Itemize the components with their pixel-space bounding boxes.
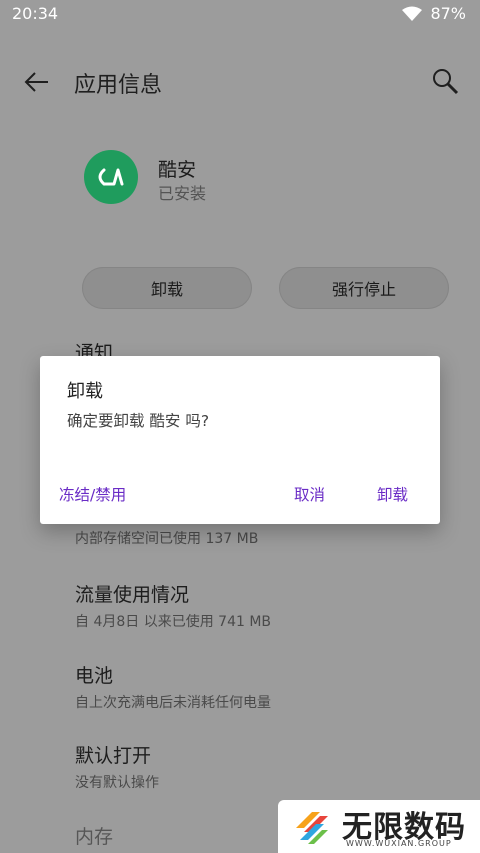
storage-section[interactable]: 内部存储空间已使用 137 MB xyxy=(75,524,258,548)
uninstall-dialog: 卸载 确定要卸载 酷安 吗? 冻结/禁用 取消 卸载 xyxy=(40,356,440,524)
open-by-default-section[interactable]: 默认打开 没有默认操作 xyxy=(75,741,159,792)
data-usage-title: 流量使用情况 xyxy=(75,584,190,606)
force-stop-button[interactable]: 强行停止 xyxy=(279,267,449,309)
cancel-button[interactable]: 取消 xyxy=(294,483,325,505)
dialog-title: 卸载 xyxy=(67,381,103,402)
storage-subtitle: 内部存储空间已使用 137 MB xyxy=(75,531,259,547)
open-by-default-subtitle: 没有默认操作 xyxy=(75,775,159,791)
watermark: 无限数码 WWW.WUXIAN.GROUP xyxy=(278,800,480,853)
app-bar: 应用信息 xyxy=(0,54,480,110)
status-bar: 20:34 87% xyxy=(0,0,480,28)
uninstall-button[interactable]: 卸载 xyxy=(82,267,252,309)
freeze-disable-button[interactable]: 冻结/禁用 xyxy=(59,483,126,505)
memory-title: 内存 xyxy=(75,826,114,848)
status-time: 20:34 xyxy=(12,4,59,23)
back-arrow-icon[interactable] xyxy=(22,68,50,96)
app-icon xyxy=(84,150,138,204)
app-name: 酷安 xyxy=(158,159,197,181)
open-by-default-title: 默认打开 xyxy=(75,745,152,767)
status-indicators: 87% xyxy=(402,4,466,23)
data-usage-section[interactable]: 流量使用情况 自 4月8日 以来已使用 741 MB xyxy=(75,580,271,631)
dialog-message: 确定要卸载 酷安 吗? xyxy=(67,412,210,430)
watermark-url: WWW.WUXIAN.GROUP xyxy=(346,839,452,848)
app-install-status: 已安装 xyxy=(158,184,207,203)
battery-subtitle: 自上次充满电后未消耗任何电量 xyxy=(75,695,271,711)
coolapk-logo-icon xyxy=(98,168,124,186)
memory-section[interactable]: 内存 xyxy=(75,822,113,849)
confirm-uninstall-button[interactable]: 卸载 xyxy=(377,483,408,505)
battery-section[interactable]: 电池 自上次充满电后未消耗任何电量 xyxy=(75,661,271,712)
page-title: 应用信息 xyxy=(74,73,163,98)
search-icon[interactable] xyxy=(430,66,460,96)
wifi-icon xyxy=(402,6,423,21)
battery-level: 87% xyxy=(430,4,466,23)
battery-title: 电池 xyxy=(75,665,114,687)
watermark-logo-icon xyxy=(296,812,328,844)
data-usage-subtitle: 自 4月8日 以来已使用 741 MB xyxy=(75,614,272,630)
